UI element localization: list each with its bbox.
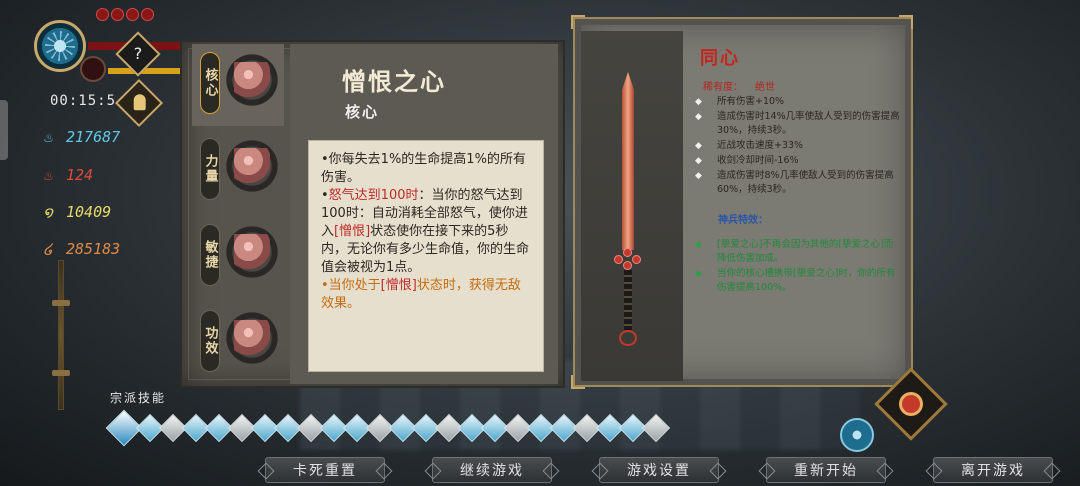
game-settings-button[interactable]: 游戏设置 bbox=[599, 457, 719, 483]
core-title: 憎恨之心 bbox=[342, 67, 446, 96]
continue-game-button[interactable]: 继续游戏 bbox=[432, 457, 552, 483]
rarity-label: 稀有度： bbox=[703, 82, 743, 93]
stat-value: 10409 bbox=[66, 203, 112, 221]
effect-text: 当你的核心槽携带[挚爱之心]时，你的所有伤害提高100%。 bbox=[717, 268, 896, 293]
sect-skills-label: 宗派技能 bbox=[110, 391, 167, 405]
stat-row: ໑ 10409 bbox=[40, 203, 111, 221]
sword-guard-icon bbox=[611, 248, 645, 270]
core-slot-strength[interactable]: 力量 bbox=[192, 130, 284, 212]
desc-keyword: [憎恨] bbox=[380, 278, 417, 293]
bullet: • bbox=[321, 188, 329, 203]
rage-pips bbox=[96, 8, 154, 21]
stat-value: 124 bbox=[66, 166, 94, 184]
reset-stuck-button[interactable]: 卡死重置 bbox=[265, 457, 385, 483]
effect-text: 造成伤害时14%几率使敌人受到的伤害提高30%，持续3秒。 bbox=[717, 111, 900, 136]
diamond-bullet-icon: ◆ bbox=[695, 112, 702, 122]
heart-icon bbox=[234, 320, 270, 356]
weapon-effect: ◆ 所有伤害+10% bbox=[695, 95, 900, 109]
core-slot-list: 核心 力量 敏捷 功效 bbox=[192, 44, 284, 384]
special-effects-title: 神兵特效： bbox=[718, 215, 768, 226]
sword-icon bbox=[622, 72, 634, 250]
desc-highlight: 怒气达到100时 bbox=[328, 188, 419, 203]
desc-line: •你每失去1%的生命提高1%的所有伤害。 bbox=[321, 152, 526, 185]
sword-hilt-icon bbox=[624, 270, 632, 330]
slot-label: 核心 bbox=[200, 52, 220, 114]
question-icon: ? bbox=[133, 44, 143, 63]
spiral-orange-icon: ໒ bbox=[43, 240, 53, 258]
diamond-bullet-icon: ◆ bbox=[695, 97, 702, 107]
diamond-bullet-icon: ◆ bbox=[695, 141, 702, 151]
core-subtitle: 核心 bbox=[345, 103, 380, 121]
weapon-effect: ◆ 造成伤害时14%几率使敌人受到的伤害提高30%，持续3秒。 bbox=[695, 110, 900, 138]
desc-line: •怒气达到100时：当你的怒气达到100时：自动消耗全部怒气，使你进入[憎恨]状… bbox=[321, 187, 533, 277]
game-timer: 00:15:5 bbox=[50, 93, 117, 109]
side-tab-handle[interactable] bbox=[0, 100, 8, 160]
slot-label: 力量 bbox=[200, 138, 220, 200]
rail-knob bbox=[52, 370, 70, 376]
special-effect: ◆ 当你的核心槽携带[挚爱之心]时，你的所有伤害提高100%。 bbox=[695, 267, 900, 295]
weapon-name: 同心 bbox=[700, 48, 740, 69]
effect-text: 所有伤害+10% bbox=[717, 96, 785, 107]
diamond-bullet-icon: ◆ bbox=[695, 171, 702, 181]
rage-pip bbox=[111, 8, 124, 21]
swirl-yellow-icon: ໑ bbox=[43, 203, 53, 221]
leave-game-button[interactable]: 离开游戏 bbox=[933, 457, 1053, 483]
core-description: •你每失去1%的生命提高1%的所有伤害。 •怒气达到100时：当你的怒气达到10… bbox=[308, 140, 544, 372]
flame-red-icon: ♨ bbox=[43, 166, 53, 184]
sect-skills-row bbox=[105, 409, 671, 447]
diamond-bullet-icon: ◆ bbox=[695, 269, 702, 279]
special-effect: ◆ [挚爱之心]不再会因为其他的[挚爱之心]而降低伤害加成。 bbox=[695, 238, 900, 266]
restart-button[interactable]: 重新开始 bbox=[766, 457, 886, 483]
effect-text: 造成伤害时8%几率使敌人受到的伤害提高60%，持续3秒。 bbox=[717, 170, 894, 195]
stat-value: 217687 bbox=[66, 128, 121, 146]
ultimate-orb-icon[interactable] bbox=[840, 418, 874, 452]
core-slot-core[interactable]: 核心 bbox=[192, 44, 284, 126]
flame-blue-icon: ♨ bbox=[43, 128, 53, 146]
stat-row: ♨ 217687 bbox=[40, 128, 120, 146]
effect-text: 近战攻击速度+33% bbox=[717, 140, 804, 151]
weapon-rarity: 稀有度： 绝世 bbox=[703, 78, 775, 93]
weapon-effect: ◆ 近战攻击速度+33% bbox=[695, 139, 900, 153]
rarity-value: 绝世 bbox=[755, 82, 775, 93]
stat-row: ໒ 285183 bbox=[40, 240, 120, 258]
desc-text: •当你处于 bbox=[321, 278, 381, 293]
character-button[interactable] bbox=[114, 78, 164, 128]
heart-icon bbox=[234, 148, 270, 184]
slot-label: 功效 bbox=[200, 310, 220, 372]
rail-knob bbox=[52, 300, 70, 306]
effect-text: 收剑冷却时间-16% bbox=[717, 155, 799, 166]
desc-line: •当你处于[憎恨]状态时，获得无敌效果。 bbox=[321, 277, 533, 313]
status-orb-icon bbox=[80, 56, 106, 82]
core-slot-agility[interactable]: 敏捷 bbox=[192, 216, 284, 298]
special-effects-list: ◆ [挚爱之心]不再会因为其他的[挚爱之心]而降低伤害加成。 ◆ 当你的核心槽携带[… bbox=[695, 238, 900, 296]
stat-value: 285183 bbox=[66, 240, 121, 258]
skill-icon[interactable] bbox=[641, 413, 671, 443]
diamond-bullet-icon: ◆ bbox=[695, 156, 702, 166]
effect-text: [挚爱之心]不再会因为其他的[挚爱之心]而降低伤害加成。 bbox=[717, 239, 894, 264]
core-slot-efficacy[interactable]: 功效 bbox=[192, 302, 284, 384]
progress-rail bbox=[58, 260, 64, 410]
frame-corner bbox=[571, 15, 585, 29]
desc-keyword: [憎恨] bbox=[334, 224, 371, 239]
weapon-effect: ◆ 造成伤害时8%几率使敌人受到的伤害提高60%，持续3秒。 bbox=[695, 169, 900, 197]
diamond-bullet-icon: ◆ bbox=[695, 240, 702, 250]
rage-pip bbox=[96, 8, 109, 21]
player-avatar[interactable] bbox=[34, 20, 86, 72]
weapon-effect: ◆ 收剑冷却时间-16% bbox=[695, 154, 900, 168]
weapon-effects-list: ◆ 所有伤害+10% ◆ 造成伤害时14%几率使敌人受到的伤害提高30%，持续3秒。… bbox=[695, 95, 900, 198]
sword-pommel-icon bbox=[619, 330, 637, 346]
rage-pip bbox=[126, 8, 139, 21]
rage-pip bbox=[141, 8, 154, 21]
heart-icon bbox=[234, 62, 270, 98]
heart-icon bbox=[234, 234, 270, 270]
slot-label: 敏捷 bbox=[200, 224, 220, 286]
frame-corner bbox=[899, 15, 913, 29]
stat-row: ♨ 124 bbox=[40, 166, 93, 184]
